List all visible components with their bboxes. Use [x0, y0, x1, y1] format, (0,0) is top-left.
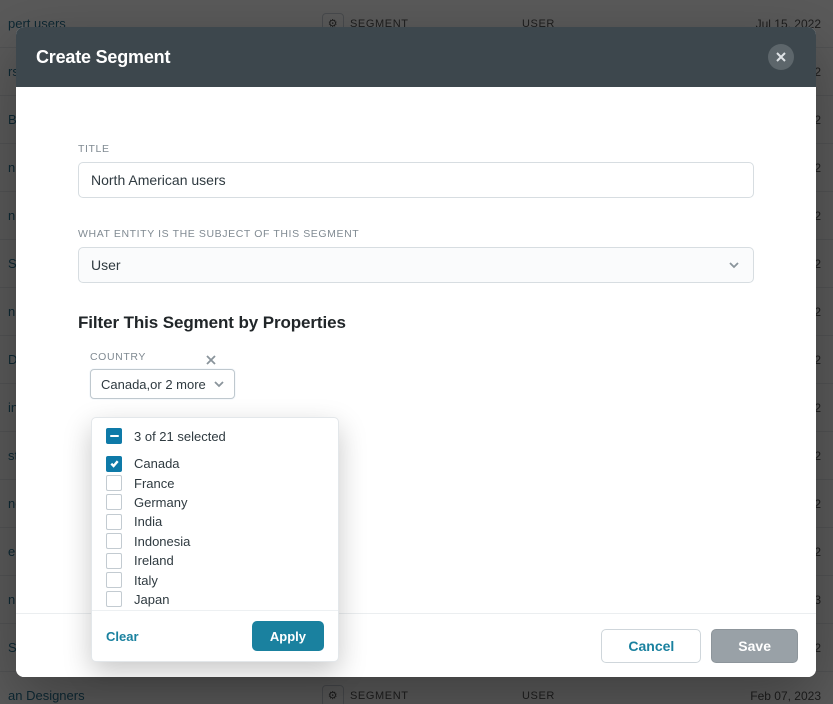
save-button[interactable]: Save: [711, 629, 798, 663]
dropdown-header: 3 of 21 selected: [92, 418, 338, 454]
title-field-group: TITLE: [78, 143, 754, 198]
option-checkbox[interactable]: [106, 456, 122, 472]
multiselect-summary: Canada,or 2 more: [101, 377, 206, 392]
chevron-down-icon: [727, 258, 741, 272]
clear-button[interactable]: Clear: [106, 629, 139, 644]
dropdown-option[interactable]: Canada: [106, 454, 324, 473]
option-checkbox[interactable]: [106, 572, 122, 588]
filter-heading: Filter This Segment by Properties: [78, 313, 754, 333]
option-label: Germany: [134, 495, 187, 510]
dropdown-option[interactable]: Ireland: [106, 551, 324, 570]
dropdown-option[interactable]: Indonesia: [106, 532, 324, 551]
create-segment-modal: Create Segment TITLE WHAT ENTITY IS THE …: [16, 27, 816, 677]
entity-select-value: User: [91, 257, 727, 273]
option-checkbox[interactable]: [106, 514, 122, 530]
country-filter-header: COUNTRY: [90, 351, 754, 363]
option-label: France: [134, 476, 174, 491]
option-label: Italy: [134, 573, 158, 588]
selection-count: 3 of 21 selected: [134, 429, 226, 444]
dropdown-option[interactable]: Italy: [106, 570, 324, 589]
cancel-button[interactable]: Cancel: [601, 629, 701, 663]
entity-label: WHAT ENTITY IS THE SUBJECT OF THIS SEGME…: [78, 228, 754, 240]
country-multiselect-trigger[interactable]: Canada,or 2 more: [90, 369, 235, 399]
select-all-checkbox[interactable]: [106, 428, 122, 444]
modal-header: Create Segment: [16, 27, 816, 87]
apply-button[interactable]: Apply: [252, 621, 324, 651]
country-dropdown-popover: 3 of 21 selected Canada France Germany Indi…: [91, 417, 339, 662]
option-checkbox[interactable]: [106, 591, 122, 607]
dropdown-option[interactable]: France: [106, 473, 324, 492]
option-label: Canada: [134, 456, 180, 471]
country-label: COUNTRY: [90, 351, 146, 363]
option-label: Indonesia: [134, 534, 190, 549]
option-label: Ireland: [134, 553, 174, 568]
option-label: Japan: [134, 592, 169, 607]
dropdown-option[interactable]: India: [106, 512, 324, 531]
close-button[interactable]: [768, 44, 794, 70]
title-label: TITLE: [78, 143, 754, 155]
dropdown-footer: Clear Apply: [92, 610, 338, 661]
chevron-down-icon: [212, 377, 226, 391]
option-checkbox[interactable]: [106, 533, 122, 549]
dropdown-option[interactable]: Japan: [106, 590, 324, 609]
modal-title: Create Segment: [36, 47, 170, 68]
dropdown-option-list: Canada France Germany India Indonesia Ireland…: [92, 454, 338, 610]
option-checkbox[interactable]: [106, 475, 122, 491]
option-label: India: [134, 514, 162, 529]
remove-filter-button[interactable]: [206, 352, 216, 362]
entity-field-group: WHAT ENTITY IS THE SUBJECT OF THIS SEGME…: [78, 228, 754, 283]
title-input[interactable]: [78, 162, 754, 198]
option-checkbox[interactable]: [106, 494, 122, 510]
option-checkbox[interactable]: [106, 553, 122, 569]
indeterminate-icon: [110, 435, 119, 438]
close-icon: [206, 355, 216, 365]
dropdown-option[interactable]: Germany: [106, 493, 324, 512]
close-icon: [774, 50, 788, 64]
entity-select[interactable]: User: [78, 247, 754, 283]
check-icon: [109, 458, 120, 469]
